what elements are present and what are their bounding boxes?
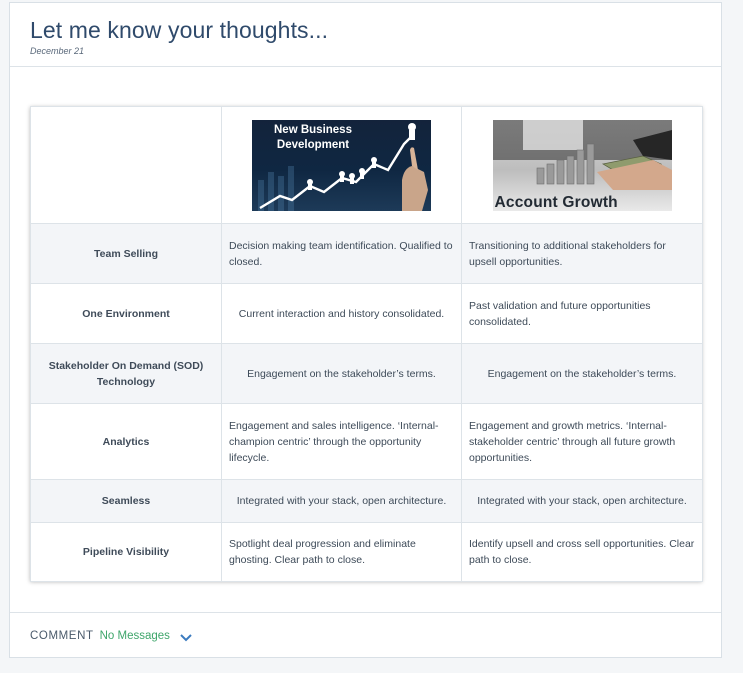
table-row: One Environment Current interaction and … bbox=[30, 283, 703, 344]
table-row: Analytics Engagement and sales intellige… bbox=[30, 403, 703, 480]
row-label: Pipeline Visibility bbox=[30, 522, 222, 582]
comment-bar: COMMENT No Messages bbox=[10, 612, 721, 658]
header-cell-new-business: New Business Development bbox=[221, 106, 462, 224]
table-row: Team Selling Decision making team identi… bbox=[30, 223, 703, 284]
account-growth-cell: Engagement and growth metrics. ‘Internal… bbox=[461, 403, 703, 480]
row-label: Seamless bbox=[30, 479, 222, 523]
new-business-cell: Engagement on the stakeholder’s terms. bbox=[221, 343, 462, 404]
chevron-down-icon[interactable] bbox=[180, 629, 192, 647]
post-date: December 21 bbox=[30, 46, 85, 56]
comparison-table-container: New Business Development Account Growth … bbox=[30, 106, 703, 582]
new-business-development-image: New Business Development bbox=[252, 119, 431, 211]
row-label: Stakeholder On Demand (SOD) Technology bbox=[30, 343, 222, 404]
row-label: Team Selling bbox=[30, 223, 222, 284]
new-business-cell: Decision making team identification. Qua… bbox=[221, 223, 462, 284]
new-business-cell: Spotlight deal progression and eliminate… bbox=[221, 522, 462, 582]
table-row: Pipeline Visibility Spotlight deal progr… bbox=[30, 522, 703, 582]
account-growth-cell: Transitioning to additional stakeholders… bbox=[461, 223, 703, 284]
table-header-row: New Business Development Account Growth bbox=[30, 106, 703, 224]
row-label: One Environment bbox=[30, 283, 222, 344]
comment-label[interactable]: COMMENT bbox=[30, 630, 94, 642]
account-growth-caption: Account Growth bbox=[494, 193, 618, 211]
new-business-cell: Engagement and sales intelligence. ‘Inte… bbox=[221, 403, 462, 480]
post-header: Let me know your thoughts... December 21 bbox=[10, 3, 721, 67]
table-row: Stakeholder On Demand (SOD) Technology E… bbox=[30, 343, 703, 404]
account-growth-cell: Past validation and future opportunities… bbox=[461, 283, 703, 344]
comment-count[interactable]: No Messages bbox=[100, 630, 170, 642]
post-title: Let me know your thoughts... bbox=[30, 17, 329, 43]
new-business-cell: Integrated with your stack, open archite… bbox=[221, 479, 462, 523]
table-row: Seamless Integrated with your stack, ope… bbox=[30, 479, 703, 523]
row-label: Analytics bbox=[30, 403, 222, 480]
account-growth-cell: Engagement on the stakeholder’s terms. bbox=[461, 343, 703, 404]
new-business-development-caption: New Business Development bbox=[274, 123, 352, 151]
account-growth-image: Account Growth bbox=[492, 119, 672, 211]
post-card: Let me know your thoughts... December 21 bbox=[9, 2, 722, 658]
table-corner-cell bbox=[30, 106, 222, 224]
new-business-cell: Current interaction and history consolid… bbox=[221, 283, 462, 344]
account-growth-cell: Identify upsell and cross sell opportuni… bbox=[461, 522, 703, 582]
header-cell-account-growth: Account Growth bbox=[461, 106, 703, 224]
account-growth-cell: Integrated with your stack, open archite… bbox=[461, 479, 703, 523]
comparison-table: New Business Development Account Growth … bbox=[30, 106, 703, 582]
